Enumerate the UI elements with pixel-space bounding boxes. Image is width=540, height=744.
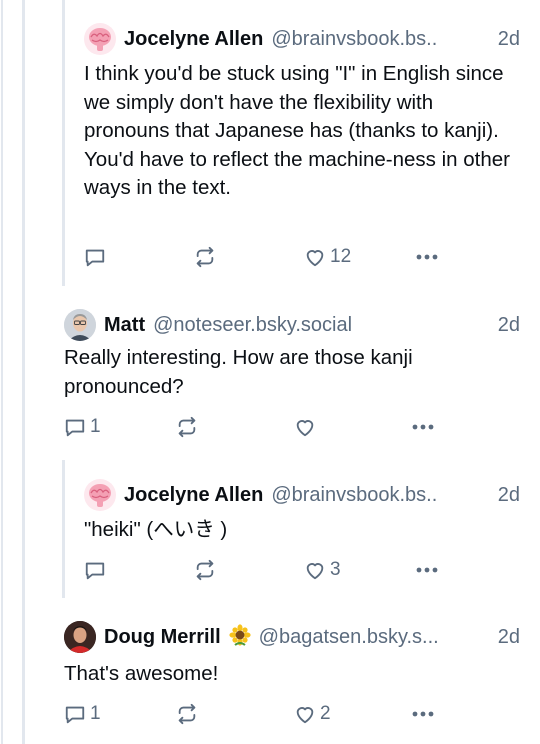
post-actions: 3: [84, 558, 520, 582]
post-header: Jocelyne Allen @brainvsbook.bs.. 2d: [84, 478, 520, 512]
repost-icon: [196, 246, 214, 268]
post-actions: 12: [84, 245, 520, 269]
reply-button[interactable]: [84, 558, 106, 582]
timestamp[interactable]: 2d: [498, 484, 520, 507]
more-options-button[interactable]: [414, 558, 440, 582]
person-avatar: [64, 621, 96, 653]
post-text: Really interesting. How are those kanji …: [64, 346, 413, 398]
more-icon: [412, 424, 434, 430]
timestamp[interactable]: 2d: [498, 626, 520, 649]
more-icon: [416, 254, 438, 260]
like-button[interactable]: 2: [294, 702, 331, 726]
repost-button[interactable]: [176, 415, 198, 439]
sunflower-icon: [229, 623, 251, 651]
reply-button[interactable]: [84, 245, 106, 269]
heart-icon: [306, 563, 324, 580]
post-text: That's awesome!: [64, 662, 219, 685]
post-matt: Matt @noteseer.bsky.social 2d Really int…: [64, 300, 520, 450]
like-button[interactable]: [294, 415, 316, 439]
post-text: "heiki" (へいき ): [84, 518, 228, 541]
person-avatar: [64, 309, 96, 341]
handle[interactable]: @brainvsbook.bs..: [271, 484, 493, 507]
post-text: I think you'd be stuck using "I" in Engl…: [84, 62, 510, 200]
post-jocelyne-1: Jocelyne Allen @brainvsbook.bs.. 2d I th…: [84, 0, 520, 290]
repost-button[interactable]: [194, 245, 216, 269]
handle[interactable]: @noteseer.bsky.social: [153, 314, 498, 337]
more-options-button[interactable]: [410, 415, 436, 439]
post-header: Matt @noteseer.bsky.social 2d: [64, 308, 520, 342]
more-options-button[interactable]: [414, 245, 440, 269]
post-jocelyne-2: Jocelyne Allen @brainvsbook.bs.. 2d "hei…: [84, 460, 520, 600]
repost-icon: [196, 559, 214, 581]
brain-icon: [84, 23, 116, 55]
reply-icon: [65, 706, 85, 724]
avatar[interactable]: [64, 309, 96, 341]
more-icon: [416, 567, 438, 573]
reply-icon: [85, 249, 105, 267]
heart-icon: [296, 707, 314, 724]
heart-icon: [296, 420, 314, 437]
reply-button[interactable]: 1: [64, 702, 101, 726]
reply-icon: [65, 419, 85, 437]
more-icon: [412, 711, 434, 717]
timestamp[interactable]: 2d: [498, 314, 520, 337]
repost-button[interactable]: [194, 558, 216, 582]
thread-line-outer-left: [1, 0, 3, 744]
more-options-button[interactable]: [410, 702, 436, 726]
handle[interactable]: @brainvsbook.bs..: [271, 28, 493, 51]
reply-icon: [85, 562, 105, 580]
thread-line-reply-2: [62, 460, 65, 598]
like-button[interactable]: 3: [304, 558, 341, 582]
display-name[interactable]: Jocelyne Allen: [124, 484, 263, 507]
repost-icon: [178, 703, 196, 725]
heart-icon: [306, 250, 324, 267]
thread-line-reply-1: [62, 0, 65, 286]
timestamp[interactable]: 2d: [498, 28, 520, 51]
post-header: Doug Merrill @bagatsen.bsky.s... 2d: [64, 620, 520, 654]
repost-button[interactable]: [176, 702, 198, 726]
like-count: 2: [320, 703, 331, 724]
reply-button[interactable]: 1: [64, 415, 101, 439]
brain-icon: [84, 479, 116, 511]
display-name[interactable]: Jocelyne Allen: [124, 28, 263, 51]
repost-icon: [178, 416, 196, 438]
avatar[interactable]: [64, 621, 96, 653]
like-count: 3: [330, 559, 341, 580]
avatar[interactable]: [84, 23, 116, 55]
thread-line-outer: [22, 0, 25, 744]
post-header: Jocelyne Allen @brainvsbook.bs.. 2d: [84, 22, 520, 56]
post-actions: 1 2: [64, 702, 520, 726]
post-actions: 1: [64, 415, 520, 439]
like-count: 12: [330, 246, 352, 267]
reply-count: 1: [90, 416, 101, 437]
avatar[interactable]: [84, 479, 116, 511]
post-doug: Doug Merrill @bagatsen.bsky.s... 2d That…: [64, 610, 520, 744]
display-name[interactable]: Doug Merrill: [104, 626, 221, 649]
reply-count: 1: [90, 703, 101, 724]
like-button[interactable]: 12: [304, 245, 351, 269]
display-name[interactable]: Matt: [104, 314, 145, 337]
handle[interactable]: @bagatsen.bsky.s...: [259, 626, 494, 649]
